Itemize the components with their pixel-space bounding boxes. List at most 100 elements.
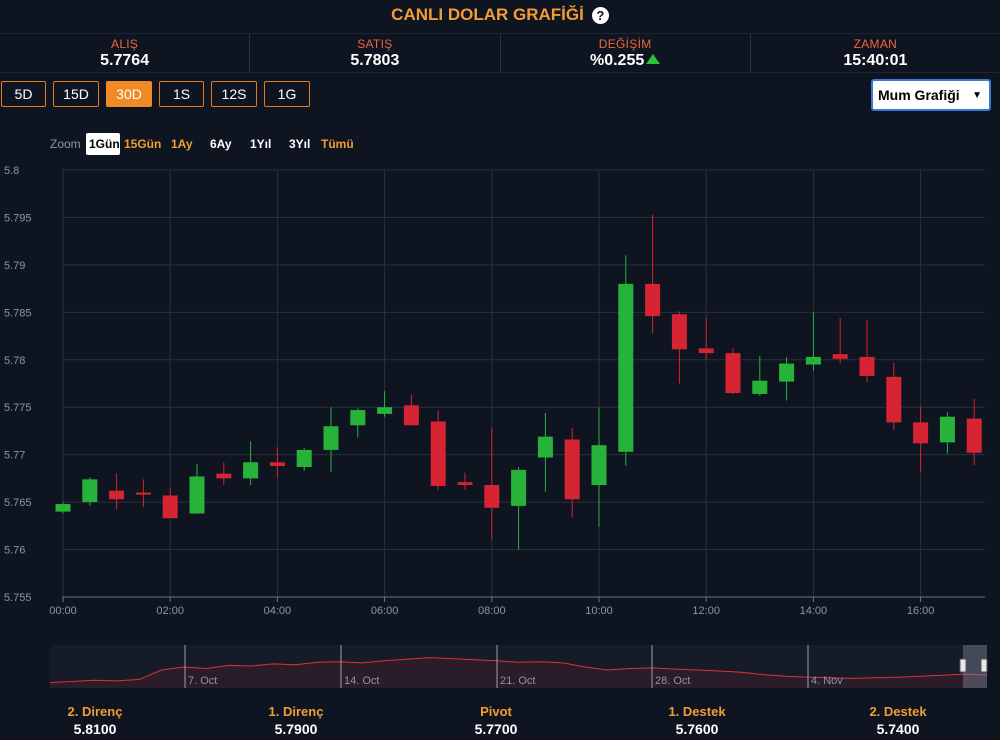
candle-down xyxy=(216,473,232,479)
candle-down xyxy=(484,485,500,508)
candle-up xyxy=(591,445,607,486)
stat-sell-value: 5.7803 xyxy=(350,52,400,69)
chart-type-select[interactable]: Mum Grafiği ▼ xyxy=(871,79,991,111)
navigator-label: 7. Oct xyxy=(188,675,217,687)
candle-down xyxy=(403,405,419,426)
x-tick-label: 02:00 xyxy=(156,605,184,617)
candle-up xyxy=(377,407,393,414)
zoom-option-15gun[interactable]: 15Gün xyxy=(124,137,161,151)
level-resistance-2: 2. Direnç 5.8100 xyxy=(25,704,165,737)
y-tick-label: 5.76 xyxy=(4,545,25,557)
up-arrow-icon xyxy=(646,54,661,64)
dropdown-caret-icon: ▼ xyxy=(972,89,982,101)
x-tick-label: 10:00 xyxy=(585,605,613,617)
candle-down xyxy=(645,283,661,317)
y-tick-label: 5.795 xyxy=(4,212,32,224)
zoom-label: Zoom xyxy=(50,137,81,151)
level-label: 1. Destek xyxy=(668,704,726,719)
stat-sell: SATIŞ 5.7803 xyxy=(250,34,501,72)
x-tick-label: 06:00 xyxy=(371,605,399,617)
level-value: 5.7400 xyxy=(876,721,920,737)
y-tick-label: 5.755 xyxy=(4,592,32,604)
range-button-12s[interactable]: 12S xyxy=(211,81,257,107)
navigator-label: 28. Oct xyxy=(655,675,690,687)
candle-up xyxy=(939,416,955,443)
zoom-option-1ay[interactable]: 1Ay xyxy=(171,137,193,151)
y-tick-label: 5.775 xyxy=(4,402,32,414)
candle-down xyxy=(109,490,125,500)
candle-up xyxy=(350,410,366,426)
candle-down xyxy=(859,356,875,376)
y-tick-label: 5.765 xyxy=(4,497,32,509)
level-support-1: 1. Destek 5.7600 xyxy=(627,704,767,737)
range-button-15d[interactable]: 15D xyxy=(53,81,99,107)
range-button-30d[interactable]: 30D xyxy=(106,81,152,107)
range-buttons: 5D 15D 30D 1S 12S 1G xyxy=(1,81,310,107)
zoom-option-tumu[interactable]: Tümü xyxy=(321,137,354,151)
candle-down xyxy=(162,495,178,519)
level-support-2: 2. Destek 5.7400 xyxy=(828,704,968,737)
candle-down xyxy=(430,421,446,486)
candlestick-chart: Zoom 1Gün 15Gün 1Ay 6Ay 1Yıl 3Yıl Tümü 5… xyxy=(4,133,988,688)
page-title: CANLI DOLAR GRAFİĞİ ? xyxy=(0,0,1000,30)
x-tick-label: 14:00 xyxy=(800,605,828,617)
y-tick-label: 5.785 xyxy=(4,307,32,319)
candle-up xyxy=(618,283,634,452)
candle-down xyxy=(913,422,929,444)
stat-change-value: %0.255 xyxy=(589,52,645,69)
pivot-levels: 2. Direnç 5.8100 1. Direnç 5.7900 Pivot … xyxy=(0,704,1000,740)
title-text: CANLI DOLAR GRAFİĞİ xyxy=(391,5,584,24)
stat-buy-value: 5.7764 xyxy=(100,52,150,69)
level-value: 5.8100 xyxy=(73,721,117,737)
stat-change-row: %0.255 xyxy=(501,52,750,70)
stat-sell-label: SATIŞ xyxy=(357,37,393,51)
navigator[interactable]: 7. Oct 14. Oct 21. Oct 28. Oct 4. Nov xyxy=(49,645,988,688)
candle-up xyxy=(296,449,312,468)
y-tick-label: 5.79 xyxy=(4,260,25,272)
x-tick-label: 08:00 xyxy=(478,605,506,617)
chart-type-value: Mum Grafiği xyxy=(878,87,960,103)
x-tick-label: 00:00 xyxy=(49,605,77,617)
rate-stats: ALIŞ 5.7764 SATIŞ 5.7803 DEĞİŞİM %0.255 … xyxy=(0,33,1000,73)
zoom-option-1yil[interactable]: 1Yıl xyxy=(250,137,271,151)
candle-up xyxy=(82,479,98,503)
navigator-label: 4. Nov xyxy=(811,675,843,687)
candle-down xyxy=(832,354,848,359)
range-button-1g[interactable]: 1G xyxy=(264,81,310,107)
zoom-option-1gun[interactable]: 1Gün xyxy=(89,137,120,151)
navigator-handle xyxy=(959,658,967,673)
candle-down xyxy=(886,376,902,423)
y-tick-label: 5.77 xyxy=(4,450,25,462)
candle-up xyxy=(323,426,339,450)
candle-up xyxy=(752,380,768,394)
help-icon[interactable]: ? xyxy=(591,6,609,24)
zoom-option-6ay[interactable]: 6Ay xyxy=(210,137,232,151)
level-value: 5.7700 xyxy=(474,721,518,737)
navigator-label: 21. Oct xyxy=(500,675,535,687)
level-label: 2. Destek xyxy=(869,704,927,719)
candle-up xyxy=(779,363,795,382)
range-button-5d[interactable]: 5D xyxy=(1,81,46,107)
x-tick-label: 16:00 xyxy=(907,605,935,617)
level-label: Pivot xyxy=(480,704,512,719)
candle-up xyxy=(805,356,821,365)
stat-time-label: ZAMAN xyxy=(853,37,898,51)
candle-down xyxy=(671,314,687,350)
stat-change: DEĞİŞİM %0.255 xyxy=(501,34,751,72)
candle-down xyxy=(269,462,285,467)
candle-up xyxy=(243,462,259,479)
stat-change-label: DEĞİŞİM xyxy=(598,37,652,51)
candle-down xyxy=(725,353,741,393)
candle-down xyxy=(564,439,580,500)
range-button-1s[interactable]: 1S xyxy=(159,81,204,107)
level-resistance-1: 1. Direnç 5.7900 xyxy=(226,704,366,737)
candle-up xyxy=(55,504,71,512)
level-pivot: Pivot 5.7700 xyxy=(426,704,566,737)
level-value: 5.7600 xyxy=(675,721,719,737)
candle-down xyxy=(457,482,473,486)
level-value: 5.7900 xyxy=(274,721,318,737)
y-tick-label: 5.78 xyxy=(4,355,25,367)
stat-time-value: 15:40:01 xyxy=(843,52,908,69)
zoom-option-3yil[interactable]: 3Yıl xyxy=(289,137,310,151)
y-axis: 5.755 5.76 5.765 5.77 5.775 5.78 5.785 5.79 5.79… xyxy=(4,165,32,604)
